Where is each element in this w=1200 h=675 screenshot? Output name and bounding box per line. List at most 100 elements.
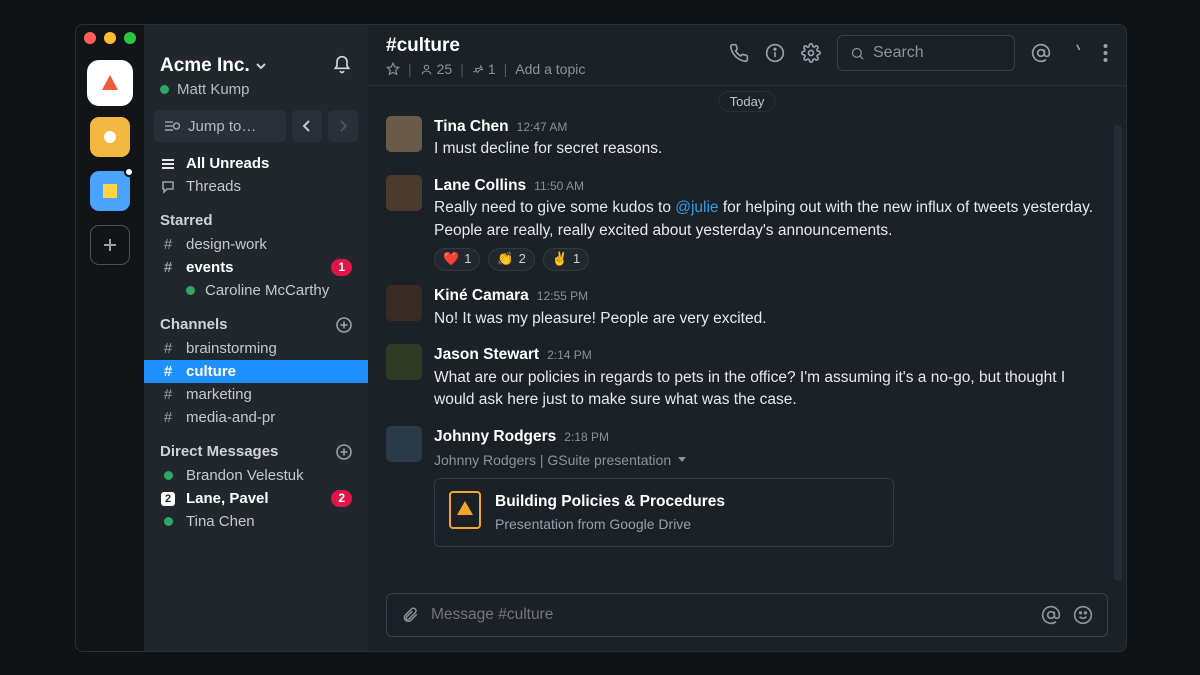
pins-button[interactable]: 1 xyxy=(472,61,496,77)
window-close[interactable] xyxy=(84,32,96,44)
reaction[interactable]: 👏2 xyxy=(488,248,534,271)
team-switcher[interactable]: Acme Inc. xyxy=(160,55,266,77)
avatar[interactable] xyxy=(386,344,422,380)
sidebar-item-media-and-pr[interactable]: #media-and-pr xyxy=(144,406,368,429)
avatar[interactable] xyxy=(386,175,422,211)
window-max[interactable] xyxy=(124,32,136,44)
message-text: What are our policies in regards to pets… xyxy=(434,367,1102,412)
message[interactable]: Johnny Rodgers 2:18 PM Johnny Rodgers | GS… xyxy=(386,426,1102,548)
workspace-1[interactable] xyxy=(90,63,130,103)
gear-icon xyxy=(801,43,821,63)
section-dms-label: Direct Messages xyxy=(160,443,278,460)
reaction[interactable]: ✌️1 xyxy=(543,248,589,271)
message-time: 12:55 PM xyxy=(537,288,588,305)
message[interactable]: Lane Collins11:50 AMReally need to give … xyxy=(386,175,1102,271)
at-icon xyxy=(1041,605,1061,625)
search-placeholder: Search xyxy=(873,44,924,62)
message-author[interactable]: Lane Collins xyxy=(434,175,526,197)
phone-icon xyxy=(729,43,749,63)
settings-button[interactable] xyxy=(801,43,821,63)
circle-icon xyxy=(103,130,117,144)
jump-to-button[interactable]: Jump to… xyxy=(154,110,286,142)
threads[interactable]: Threads xyxy=(144,175,368,198)
more-button[interactable] xyxy=(1103,43,1108,63)
member-count: 25 xyxy=(437,61,453,77)
presence-dot-icon xyxy=(186,286,195,295)
scrollbar[interactable] xyxy=(1114,125,1122,581)
history-back-button[interactable] xyxy=(292,110,322,142)
sidebar-item-caroline-mccarthy[interactable]: Caroline McCarthy xyxy=(144,279,368,302)
message-author[interactable]: Jason Stewart xyxy=(434,344,539,366)
add-workspace-button[interactable] xyxy=(90,225,130,265)
message-time: 2:18 PM xyxy=(564,429,609,446)
info-icon xyxy=(765,43,785,63)
sidebar-item-culture[interactable]: #culture xyxy=(144,360,368,383)
all-unreads[interactable]: All Unreads xyxy=(144,152,368,175)
message[interactable]: Kiné Camara 12:55 PM No! It was my pleasur… xyxy=(386,285,1102,330)
search-input[interactable]: Search xyxy=(837,35,1015,71)
section-dms-header[interactable]: Direct Messages xyxy=(144,429,368,464)
members-button[interactable]: 25 xyxy=(420,61,453,77)
star-icon xyxy=(1067,43,1087,63)
jump-placeholder: Jump to… xyxy=(188,118,256,135)
sidebar-item-events[interactable]: # events 1 xyxy=(144,256,368,279)
message[interactable]: Jason Stewart2:14 PMWhat are our policie… xyxy=(386,344,1102,411)
sidebar-item-brandon-velestuk[interactable]: Brandon Velestuk xyxy=(144,464,368,487)
unread-badge: 1 xyxy=(331,259,352,276)
attach-button[interactable] xyxy=(401,606,419,624)
section-channels-header[interactable]: Channels xyxy=(144,302,368,337)
sidebar-item-design-work[interactable]: #design-work xyxy=(144,233,368,256)
channel-title[interactable]: #culture xyxy=(386,35,585,57)
thread-icon xyxy=(160,180,176,194)
star-channel-button[interactable] xyxy=(386,62,400,76)
add-dm-button[interactable] xyxy=(336,444,352,460)
emoji-button[interactable] xyxy=(1073,605,1093,625)
mention[interactable]: @julie xyxy=(675,199,718,216)
sidebar-item-marketing[interactable]: #marketing xyxy=(144,383,368,406)
window-min[interactable] xyxy=(104,32,116,44)
reaction-count: 1 xyxy=(464,250,471,269)
sidebar-item-lane-pavel[interactable]: 2Lane, Pavel2 xyxy=(144,487,368,510)
hash-icon: # xyxy=(160,340,176,357)
message[interactable]: Tina Chen12:47 AMI must decline for secr… xyxy=(386,116,1102,161)
add-channel-button[interactable] xyxy=(336,317,352,333)
composer-input[interactable] xyxy=(431,606,1029,624)
notifications-button[interactable] xyxy=(332,55,352,75)
reaction-count: 2 xyxy=(519,250,526,269)
attachment-card[interactable]: Building Policies & ProceduresPresentati… xyxy=(434,478,894,547)
avatar[interactable] xyxy=(386,426,422,462)
add-topic-button[interactable]: Add a topic xyxy=(515,61,585,77)
attachment-label[interactable]: Johnny Rodgers | GSuite presentation xyxy=(434,450,894,470)
star-items-button[interactable] xyxy=(1067,43,1087,63)
reaction[interactable]: ❤️1 xyxy=(434,248,480,271)
info-button[interactable] xyxy=(765,43,785,63)
team-name: Acme Inc. xyxy=(160,55,250,77)
sidebar-item-tina-chen[interactable]: Tina Chen xyxy=(144,510,368,533)
current-user[interactable]: Matt Kump xyxy=(160,81,266,98)
message-text: No! It was my pleasure! People are very … xyxy=(434,308,767,330)
date-divider[interactable]: Today xyxy=(719,91,776,112)
workspace-2[interactable] xyxy=(90,117,130,157)
call-button[interactable] xyxy=(729,43,749,63)
pin-count: 1 xyxy=(488,61,496,77)
hash-icon: # xyxy=(160,259,176,276)
hash-icon: # xyxy=(160,236,176,253)
message-list: Tina Chen12:47 AMI must decline for secr… xyxy=(368,86,1126,589)
mentions-button[interactable] xyxy=(1031,43,1051,63)
avatar[interactable] xyxy=(386,285,422,321)
avatar[interactable] xyxy=(386,116,422,152)
sidebar-item-brainstorming[interactable]: #brainstorming xyxy=(144,337,368,360)
message-author[interactable]: Johnny Rodgers xyxy=(434,426,556,448)
section-starred-header[interactable]: Starred xyxy=(144,198,368,233)
message-composer[interactable] xyxy=(386,593,1108,637)
paperclip-icon xyxy=(401,606,419,624)
message-author[interactable]: Kiné Camara xyxy=(434,285,529,307)
all-unreads-label: All Unreads xyxy=(186,155,269,172)
composer-mention-button[interactable] xyxy=(1041,605,1061,625)
workspace-3[interactable] xyxy=(90,171,130,211)
hash-icon: # xyxy=(160,363,176,380)
message-author[interactable]: Tina Chen xyxy=(434,116,509,138)
sidebar-item-label: events xyxy=(186,259,234,276)
app-window: Acme Inc. Matt Kump Jump to… xyxy=(75,24,1127,652)
history-forward-button[interactable] xyxy=(328,110,358,142)
